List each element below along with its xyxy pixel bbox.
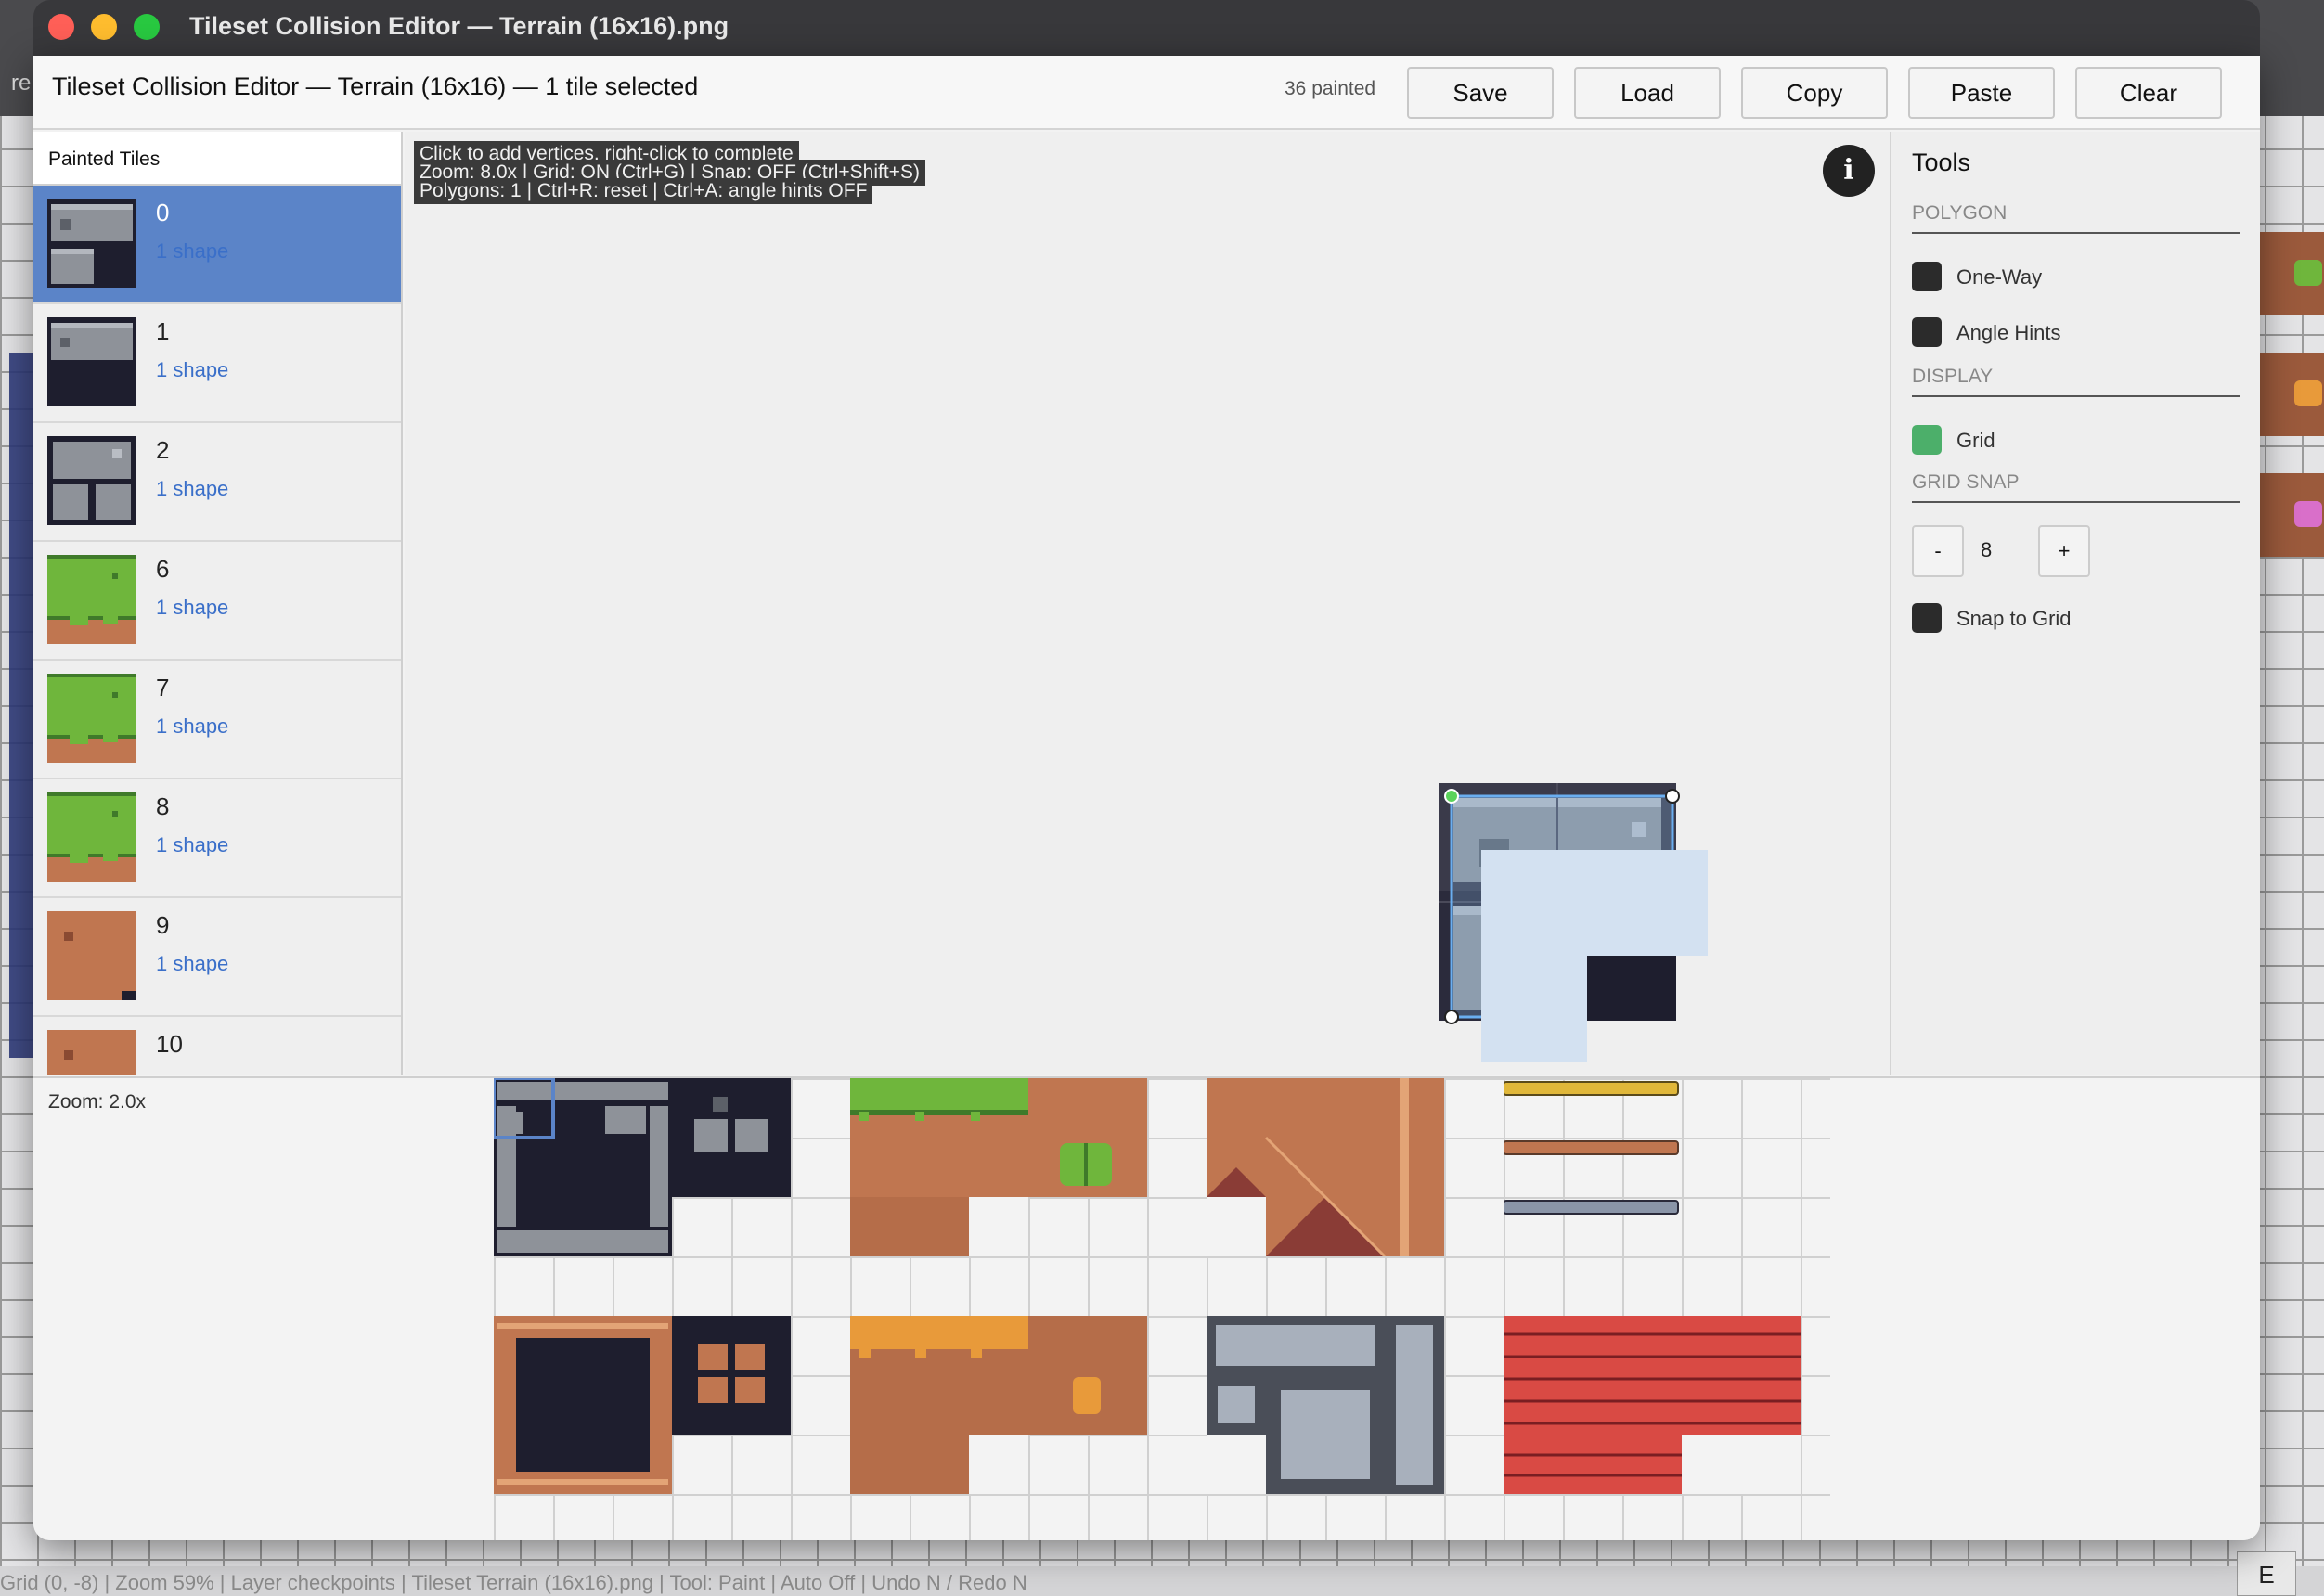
tileset-block-wood-frame[interactable] [494,1316,672,1494]
tileset-block-stone-small[interactable] [672,1078,791,1197]
background-status-bar: Grid (0, -8) | Zoom 59% | Layer checkpoi… [0,1566,2324,1596]
editor-title: Tileset Collision Editor — Terrain (16x1… [52,72,699,100]
painted-count: 36 painted [1285,78,1376,99]
copy-button[interactable]: Copy [1741,67,1888,119]
painted-tile-item[interactable]: 2 1 shape [33,423,401,542]
maximize-window-button[interactable] [134,14,160,40]
painted-tiles-panel: Painted Tiles 0 1 shape 1 1 shape 2 1 shape 6 1… [33,132,403,1075]
tileset-block-dirt[interactable] [1028,1078,1147,1197]
tileset-block-metal[interactable] [1207,1316,1444,1494]
snap-to-grid-checkbox[interactable] [1912,603,1942,633]
tile-thumbnail [47,436,136,525]
tile-thumbnail [47,674,136,763]
painted-tile-item[interactable]: 8 1 shape [33,779,401,898]
painted-tiles-list: 0 1 shape 1 1 shape 2 1 shape 6 1 shape 7 1 shape… [33,186,401,1075]
collision-canvas[interactable]: Click to add vertices, right-click to co… [405,132,1890,1075]
tile-thumbnail [47,555,136,644]
tile-index: 6 [156,555,170,583]
tile-shape-count: 1 shape [156,833,229,856]
tileset-block-stone[interactable] [492,1076,672,1256]
grid-label: Grid [1956,429,1995,452]
tools-panel: Tools POLYGON One-Way Angle Hints DISPLA… [1890,132,2260,1075]
painted-tile-item[interactable]: 1 1 shape [33,304,401,423]
tile-shape-count: 1 shape [156,239,229,263]
tile-shape-count: 1 shape [156,477,229,500]
tileset-block-roof[interactable] [1207,1078,1444,1258]
display-section-label: DISPLAY [1912,366,2240,397]
editor-header: Tileset Collision Editor — Terrain (16x1… [33,56,2260,130]
painted-tile-item[interactable]: 10 [33,1017,401,1075]
load-button[interactable]: Load [1574,67,1721,119]
tileset-block-orange-dirt[interactable] [850,1316,1028,1494]
tile-index: 0 [156,199,170,226]
snap-decrease-button[interactable]: - [1912,525,1964,577]
minimize-window-button[interactable] [91,14,117,40]
snap-increase-button[interactable]: + [2038,525,2090,577]
tile-thumbnail [47,317,136,406]
tile-index: 9 [156,911,170,939]
collision-shape-preview [1481,850,1708,1062]
angle-hints-label: Angle Hints [1956,321,2061,344]
tile-thumbnail [47,792,136,882]
tileset-block-grass[interactable] [850,1078,1028,1256]
painted-tile-item[interactable]: 7 1 shape [33,661,401,779]
tileset-panel: Zoom: 2.0x [33,1076,2260,1540]
tile-thumbnail [47,1030,136,1075]
tile-shape-count: 1 shape [156,596,229,619]
tools-title: Tools [1912,148,1971,176]
grid-checkbox[interactable] [1912,425,1942,455]
tile-thumbnail [47,911,136,1000]
one-way-label: One-Way [1956,265,2043,289]
tile-index: 7 [156,674,170,701]
window-titlebar[interactable]: Tileset Collision Editor — Terrain (16x1… [33,0,2260,56]
snap-to-grid-label: Snap to Grid [1956,607,2072,630]
tile-index: 1 [156,317,170,345]
tileset-block-platforms[interactable] [1503,1078,1682,1256]
clear-button[interactable]: Clear [2075,67,2222,119]
grid-snap-section-label: GRID SNAP [1912,471,2240,503]
tileset-block-brick[interactable] [1504,1316,1801,1494]
close-window-button[interactable] [48,14,74,40]
painted-tile-item[interactable]: 6 1 shape [33,542,401,661]
polygon-section-label: POLYGON [1912,202,2240,234]
background-tiles [2259,232,2324,566]
tile-shape-count: 1 shape [156,714,229,738]
painted-tiles-header: Painted Tiles [33,132,401,186]
tile-shape-count: 1 shape [156,358,229,381]
painted-tile-item[interactable]: 9 1 shape [33,898,401,1017]
canvas-hint-polygons: Polygons: 1 | Ctrl+R: reset | Ctrl+A: an… [414,178,873,204]
tile-thumbnail [47,199,136,288]
painted-tile-item[interactable]: 0 1 shape [33,186,401,304]
snap-value: 8 [1981,538,1993,561]
collision-editor-window: Tileset Collision Editor — Terrain (16x1… [33,56,2260,1540]
tile-index: 10 [156,1030,183,1058]
tileset-zoom-label: Zoom: 2.0x [48,1091,147,1113]
tileset-block-orange-dirt-small[interactable] [1028,1316,1147,1435]
window-title: Tileset Collision Editor — Terrain (16x1… [189,12,729,40]
tile-index: 8 [156,792,170,820]
background-corner-button[interactable]: E [2237,1551,2296,1596]
tileset-sheet[interactable] [492,1076,1830,1540]
tileset-block-wood-small[interactable] [672,1316,791,1435]
info-icon[interactable]: i [1823,145,1875,197]
tile-shape-count: 1 shape [156,952,229,975]
save-button[interactable]: Save [1407,67,1554,119]
paste-button[interactable]: Paste [1908,67,2055,119]
one-way-checkbox[interactable] [1912,262,1942,291]
angle-hints-checkbox[interactable] [1912,317,1942,347]
tile-index: 2 [156,436,170,464]
